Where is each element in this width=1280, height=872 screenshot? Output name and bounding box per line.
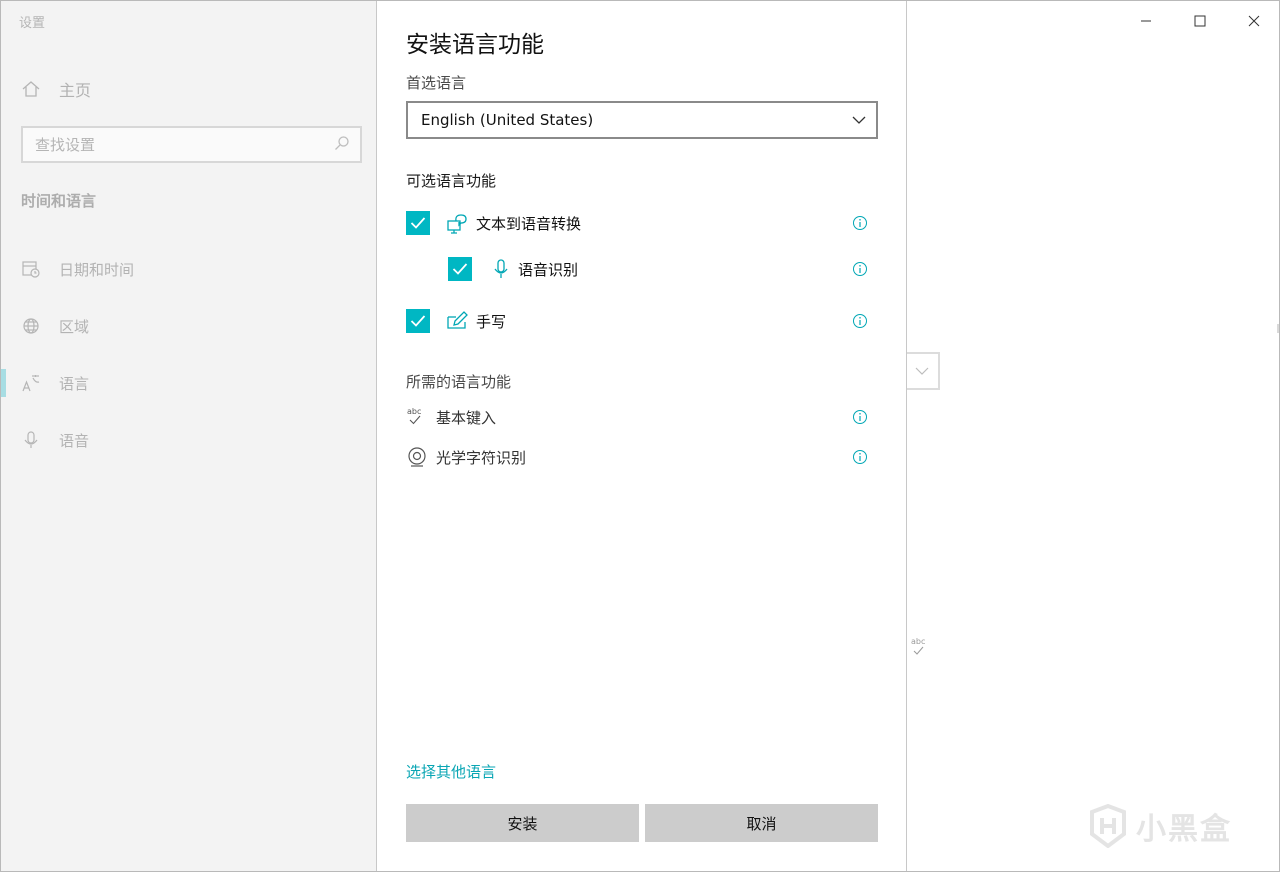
speech-recognition-checkbox[interactable] bbox=[448, 257, 472, 281]
background-dropdown bbox=[906, 352, 940, 390]
sidebar-item-label: 语言 bbox=[59, 374, 90, 393]
handwriting-icon bbox=[446, 310, 468, 332]
language-icon bbox=[21, 373, 41, 393]
handwriting-checkbox[interactable] bbox=[406, 309, 430, 333]
required-ocr: 光学字符识别 bbox=[406, 445, 526, 469]
chevron-down-icon bbox=[915, 367, 929, 375]
info-icon[interactable] bbox=[852, 215, 868, 231]
sidebar-item-language[interactable]: 语言 bbox=[1, 363, 376, 403]
feature-handwriting: 手写 bbox=[406, 308, 506, 334]
background-content bbox=[906, 1, 1279, 871]
section-title: 时间和语言 bbox=[21, 192, 97, 210]
feature-text-to-speech: 文本到语音转换 bbox=[406, 210, 581, 236]
sidebar-item-label: 日期和时间 bbox=[59, 260, 135, 279]
search-input[interactable] bbox=[35, 135, 305, 154]
watermark: 小黑盒 bbox=[1086, 801, 1251, 851]
globe-icon bbox=[21, 316, 41, 336]
watermark-text: 小黑盒 bbox=[1136, 812, 1232, 847]
selected-language: English (United States) bbox=[421, 111, 594, 129]
window-controls bbox=[1119, 1, 1279, 41]
watermark-logo-icon bbox=[1090, 804, 1126, 848]
sidebar: 设置 主页 时间和语言 日期和时间 区域 bbox=[1, 1, 376, 871]
feature-label: 语音识别 bbox=[518, 260, 579, 279]
home-label: 主页 bbox=[59, 81, 92, 100]
install-button[interactable]: 安装 bbox=[406, 804, 639, 842]
check-icon bbox=[452, 263, 468, 275]
spellcheck-icon: abc bbox=[910, 635, 932, 659]
preferred-language-select[interactable]: English (United States) bbox=[406, 101, 878, 139]
home-icon bbox=[21, 79, 41, 99]
ocr-camera-icon bbox=[406, 446, 428, 468]
text-to-speech-icon bbox=[446, 212, 468, 234]
app-title: 设置 bbox=[19, 16, 46, 31]
text-to-speech-checkbox[interactable] bbox=[406, 211, 430, 235]
choose-other-language-link[interactable]: 选择其他语言 bbox=[406, 761, 496, 782]
minimize-button[interactable] bbox=[1119, 1, 1173, 41]
feature-speech-recognition: 语音识别 bbox=[448, 256, 578, 282]
close-button[interactable] bbox=[1227, 1, 1279, 41]
optional-features-title: 可选语言功能 bbox=[406, 172, 497, 190]
home-nav-item[interactable]: 主页 bbox=[21, 77, 91, 101]
required-feature-label: 光学字符识别 bbox=[436, 448, 527, 467]
required-features-title: 所需的语言功能 bbox=[406, 373, 512, 391]
search-box[interactable] bbox=[21, 126, 362, 163]
microphone-icon bbox=[490, 258, 512, 280]
info-icon[interactable] bbox=[852, 409, 868, 425]
info-icon[interactable] bbox=[852, 449, 868, 465]
required-basic-typing: abc 基本键入 bbox=[406, 405, 496, 429]
sidebar-item-label: 区域 bbox=[59, 317, 90, 336]
microphone-icon bbox=[21, 430, 41, 450]
sidebar-item-speech[interactable]: 语音 bbox=[1, 420, 376, 460]
info-icon[interactable] bbox=[852, 313, 868, 329]
settings-window: 设置 主页 时间和语言 日期和时间 区域 bbox=[0, 0, 1280, 872]
install-language-dialog: 安装语言功能 首选语言 English (United States) 可选语言… bbox=[376, 1, 907, 871]
maximize-icon bbox=[1194, 15, 1206, 27]
sidebar-item-label: 语音 bbox=[59, 431, 90, 450]
svg-text:abc: abc bbox=[407, 407, 421, 416]
feature-label: 文本到语音转换 bbox=[476, 214, 582, 233]
preferred-language-label: 首选语言 bbox=[406, 74, 467, 92]
dialog-title: 安装语言功能 bbox=[406, 32, 544, 58]
close-icon bbox=[1248, 15, 1260, 27]
sidebar-item-region[interactable]: 区域 bbox=[1, 306, 376, 346]
check-icon bbox=[410, 217, 426, 229]
cancel-button[interactable]: 取消 bbox=[645, 804, 878, 842]
maximize-button[interactable] bbox=[1173, 1, 1227, 41]
required-feature-label: 基本键入 bbox=[436, 408, 497, 427]
minimize-icon bbox=[1141, 20, 1151, 22]
calendar-clock-icon bbox=[21, 259, 41, 279]
check-icon bbox=[410, 315, 426, 327]
sidebar-item-date-time[interactable]: 日期和时间 bbox=[1, 249, 376, 289]
svg-text:abc: abc bbox=[911, 637, 925, 646]
search-icon[interactable] bbox=[334, 135, 350, 155]
info-icon[interactable] bbox=[852, 261, 868, 277]
spellcheck-icon: abc bbox=[406, 406, 428, 428]
chevron-down-icon bbox=[852, 116, 866, 124]
feature-label: 手写 bbox=[476, 312, 507, 331]
